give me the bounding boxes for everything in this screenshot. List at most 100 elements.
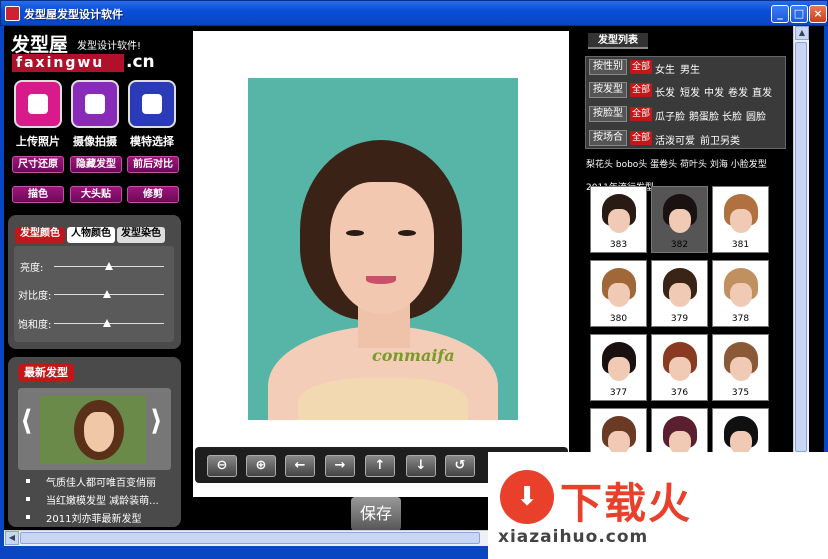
brand-url: xiazaihuo.com xyxy=(498,527,649,547)
outline-button[interactable]: 描色 xyxy=(12,186,64,203)
hair-tags[interactable]: 梨花头 bobo头 蛋卷头 荷叶头 刘海 小脸发型 xyxy=(586,157,767,170)
hide-hair-button[interactable]: 隐藏发型 xyxy=(70,156,122,173)
model-select-label: 模特选择 xyxy=(130,135,174,148)
scroll-up-button[interactable]: ▲ xyxy=(795,26,809,40)
hairstyle-thumbnail[interactable]: 380 xyxy=(590,260,647,327)
hairstyle-number: 380 xyxy=(609,314,628,324)
model-select-button[interactable] xyxy=(128,80,176,128)
trim-button[interactable]: 修剪 xyxy=(127,186,179,203)
hairstyle-number: 377 xyxy=(609,388,628,398)
camera-capture-label: 摄像拍摄 xyxy=(73,135,117,148)
filter-gender-all[interactable]: 全部 xyxy=(630,60,652,74)
hairstyle-number: 383 xyxy=(609,240,628,250)
photo-watermark: conmaifa xyxy=(372,346,455,365)
move-down-button[interactable]: ↓ xyxy=(406,455,436,477)
restore-size-button[interactable]: 尺寸还原 xyxy=(12,156,64,173)
news-item[interactable]: 2011刘亦菲最新发型 xyxy=(46,510,141,525)
news-bullet xyxy=(26,515,30,519)
zoom-in-button[interactable]: ⊕ xyxy=(246,455,276,477)
filter-option[interactable]: 瓜子脸 xyxy=(655,108,685,123)
filter-style-all[interactable]: 全部 xyxy=(630,83,652,97)
carousel-image[interactable] xyxy=(40,396,146,464)
person-icon xyxy=(28,94,48,114)
filter-gender-label: 按性别 xyxy=(589,59,627,75)
saturation-thumb[interactable] xyxy=(102,319,111,327)
logo-pinyin: faxingwu xyxy=(12,54,124,72)
filter-option[interactable]: 长发 xyxy=(655,84,675,99)
news-bullet xyxy=(26,479,30,483)
hairstyle-number: 378 xyxy=(731,314,750,324)
upload-photo-button[interactable] xyxy=(14,80,62,128)
move-up-button[interactable]: ↑ xyxy=(365,455,395,477)
logo-tld: .cn xyxy=(126,52,155,72)
title-bar: 发型屋发型设计软件 _ □ × xyxy=(0,0,828,26)
move-right-button[interactable]: → xyxy=(325,455,355,477)
hairstyle-thumbnail[interactable]: 377 xyxy=(590,334,647,401)
zoom-out-button[interactable]: ⊖ xyxy=(207,455,237,477)
app-icon xyxy=(5,6,20,21)
logo-name: 发型屋 xyxy=(11,34,69,56)
tab-hair-color[interactable]: 发型颜色 xyxy=(15,227,65,243)
news-item[interactable]: 气质佳人都可唯百变俏丽 xyxy=(46,474,156,489)
download-icon: ⬇ xyxy=(500,470,554,524)
filter-option[interactable]: 男生 xyxy=(680,61,700,76)
upload-photo-label: 上传照片 xyxy=(16,135,60,148)
brightness-thumb[interactable] xyxy=(105,262,113,270)
news-bullet xyxy=(26,497,30,501)
filter-occasion-all[interactable]: 全部 xyxy=(630,131,652,145)
saturation-label: 饱和度: xyxy=(18,320,52,331)
minimize-button[interactable]: _ xyxy=(771,5,789,23)
hairstyle-thumbnail[interactable]: 382 xyxy=(651,186,708,253)
hairstyle-number: 375 xyxy=(731,388,750,398)
carousel-next-button[interactable]: ⟩ xyxy=(150,404,163,437)
filter-option[interactable]: 鹅蛋脸 xyxy=(689,108,719,123)
filter-face-all[interactable]: 全部 xyxy=(630,107,652,121)
hairstyle-thumbnail[interactable]: 383 xyxy=(590,186,647,253)
hair-list-title: 发型列表 xyxy=(588,33,648,49)
sticker-button[interactable]: 大头贴 xyxy=(70,186,122,203)
filter-option[interactable]: 卷发 xyxy=(728,84,748,99)
hairstyle-number: 382 xyxy=(670,240,689,250)
rotate-button[interactable]: ↺ xyxy=(445,455,475,477)
filter-option[interactable]: 圆脸 xyxy=(746,108,766,123)
filter-option[interactable]: 短发 xyxy=(680,84,700,99)
save-button[interactable]: 保存 xyxy=(351,497,401,531)
tab-person-color[interactable]: 人物颜色 xyxy=(67,227,115,243)
contrast-thumb[interactable] xyxy=(102,290,111,298)
hairstyle-thumbnail[interactable]: 375 xyxy=(712,334,769,401)
hairstyle-number: 379 xyxy=(670,314,689,324)
filter-option[interactable]: 前卫另类 xyxy=(700,132,740,147)
carousel-prev-button[interactable]: ⟨ xyxy=(20,404,33,437)
news-item[interactable]: 当红嫩模发型 减龄装萌... xyxy=(46,492,159,507)
filter-face-label: 按脸型 xyxy=(589,106,627,122)
filter-option[interactable]: 直发 xyxy=(752,84,772,99)
hairstyle-thumbnail[interactable]: 376 xyxy=(651,334,708,401)
brand-name: 下载火 xyxy=(560,479,693,528)
model-photo[interactable]: conmaifa xyxy=(248,78,518,420)
newest-title: 最新发型 xyxy=(18,364,74,382)
compare-button[interactable]: 前后对比 xyxy=(127,156,179,173)
vertical-scroll-thumb[interactable] xyxy=(795,42,807,452)
scroll-left-button[interactable]: ◀ xyxy=(5,531,19,545)
filter-option[interactable]: 长脸 xyxy=(722,108,742,123)
filter-option[interactable]: 中发 xyxy=(704,84,724,99)
hairstyle-thumbnail[interactable]: 379 xyxy=(651,260,708,327)
hairstyle-thumbnail[interactable]: 381 xyxy=(712,186,769,253)
contrast-label: 对比度: xyxy=(18,291,52,302)
maximize-button[interactable]: □ xyxy=(790,5,808,23)
brightness-label: 亮度: xyxy=(20,263,44,274)
filter-option[interactable]: 女生 xyxy=(655,61,675,76)
hairstyle-thumbnail[interactable]: 378 xyxy=(712,260,769,327)
hairstyle-number: 381 xyxy=(731,240,750,250)
camera-capture-button[interactable] xyxy=(71,80,119,128)
filter-option[interactable]: 活泼可爱 xyxy=(655,132,695,147)
filter-style-label: 按发型 xyxy=(589,82,627,98)
people-icon xyxy=(142,94,162,114)
tab-hair-dye[interactable]: 发型染色 xyxy=(117,227,165,243)
close-button[interactable]: × xyxy=(809,5,827,23)
logo-slogan: 发型设计软件! xyxy=(77,41,142,52)
move-left-button[interactable]: ← xyxy=(285,455,315,477)
window-title: 发型屋发型设计软件 xyxy=(24,8,123,21)
horizontal-scroll-thumb[interactable] xyxy=(20,532,480,544)
filter-occasion-label: 按场合 xyxy=(589,130,627,146)
